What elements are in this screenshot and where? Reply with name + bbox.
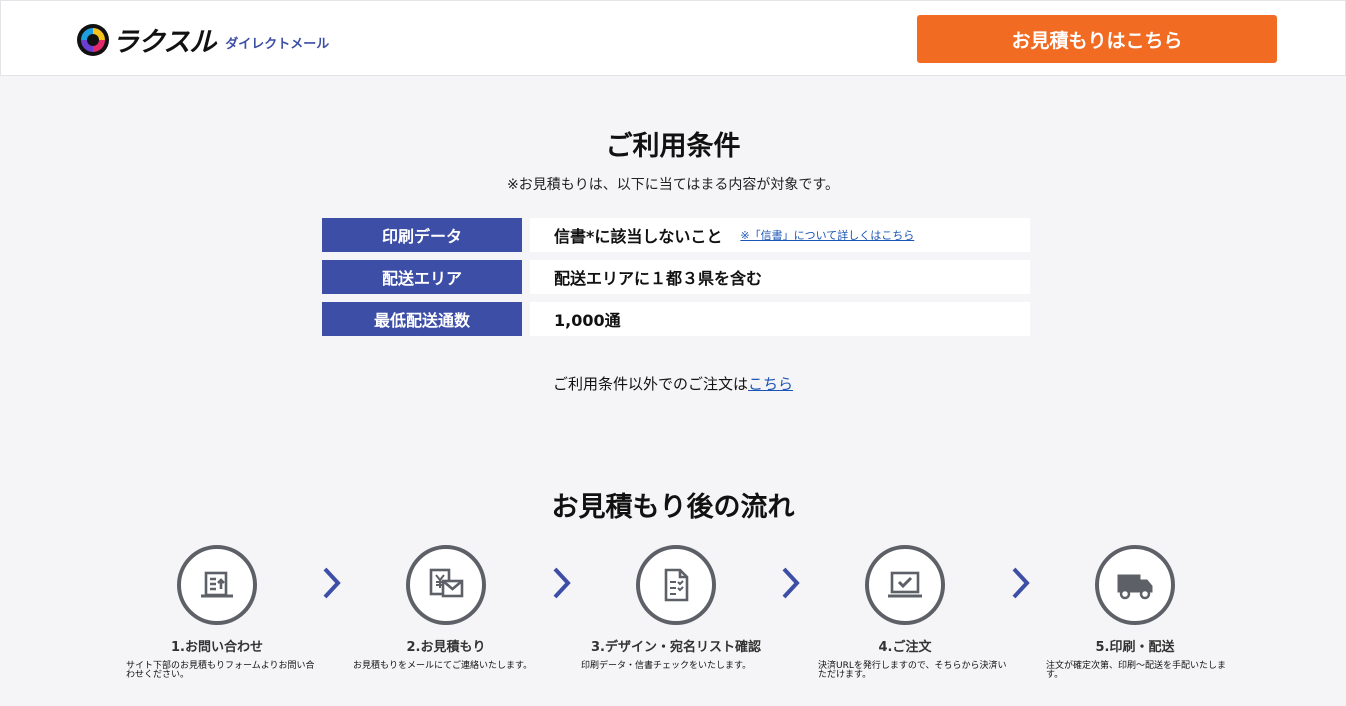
step-title: 3.デザイン・宛名リスト確認 <box>591 640 761 655</box>
flow-title: お見積もり後の流れ <box>551 492 795 523</box>
logo[interactable]: ラクスル ダイレクトメール <box>77 20 329 59</box>
chevron-right-icon <box>553 567 571 599</box>
step-description: 決済URLを発行しますので、そちらから決済いただけます。 <box>818 661 1007 680</box>
other-order-link[interactable]: こちら <box>748 375 793 393</box>
step-title: 1.お問い合わせ <box>171 640 263 655</box>
condition-row-print-data: 印刷データ 信書*に該当しないこと ※「信書」について詳しくはこちら <box>322 218 1030 252</box>
logo-text: ラクスル <box>112 27 216 58</box>
conditions-note: ※お見積もりは、以下に当てはまる内容が対象です。 <box>506 177 840 193</box>
condition-row-delivery-area: 配送エリア 配送エリアに１都３県を含む <box>322 260 1030 294</box>
condition-label: 印刷データ <box>322 218 522 252</box>
chevron-right-icon <box>1012 567 1030 599</box>
other-order-line: ご利用条件以外でのご注文はこちら <box>0 373 1346 394</box>
yen-mail-icon <box>406 545 486 625</box>
conditions-title: ご利用条件 <box>605 131 741 162</box>
logo-subtitle: ダイレクトメール <box>225 37 330 52</box>
checklist-document-icon <box>636 545 716 625</box>
document-upload-icon <box>177 545 257 625</box>
step-title: 5.印刷・配送 <box>1095 640 1175 655</box>
condition-label: 最低配送通数 <box>322 302 522 336</box>
laptop-check-icon <box>865 545 945 625</box>
step-description: お見積もりをメールにてご連絡いたします。 <box>353 661 533 671</box>
step-title: 2.お見積もり <box>406 640 486 655</box>
truck-icon <box>1095 545 1175 625</box>
condition-value: 1,000通 <box>530 302 1030 336</box>
step-description: 印刷データ・信書チェックをいたします。 <box>581 661 752 671</box>
condition-value-text: 信書*に該当しないこと <box>554 227 723 246</box>
condition-label: 配送エリア <box>322 260 522 294</box>
quote-request-button[interactable]: お見積もりはこちら <box>917 15 1277 63</box>
logo-mark-icon <box>77 23 109 56</box>
step-description: 注文が確定次第、印刷〜配送を手配いたします。 <box>1046 661 1227 680</box>
chevron-right-icon <box>782 567 800 599</box>
step-title: 4.ご注文 <box>878 640 932 655</box>
condition-value: 配送エリアに１都３県を含む <box>530 260 1030 294</box>
site-header: ラクスル ダイレクトメール お見積もりはこちら <box>0 0 1346 76</box>
step-description: サイト下部のお見積もりフォームよりお問い合わせください。 <box>126 661 315 680</box>
other-order-text: ご利用条件以外でのご注文は <box>552 375 748 393</box>
chevron-right-icon <box>323 567 341 599</box>
condition-row-min-quantity: 最低配送通数 1,000通 <box>322 302 1030 336</box>
condition-value: 信書*に該当しないこと ※「信書」について詳しくはこちら <box>530 218 1030 252</box>
shinsho-info-link[interactable]: ※「信書」について詳しくはこちら <box>740 227 914 243</box>
